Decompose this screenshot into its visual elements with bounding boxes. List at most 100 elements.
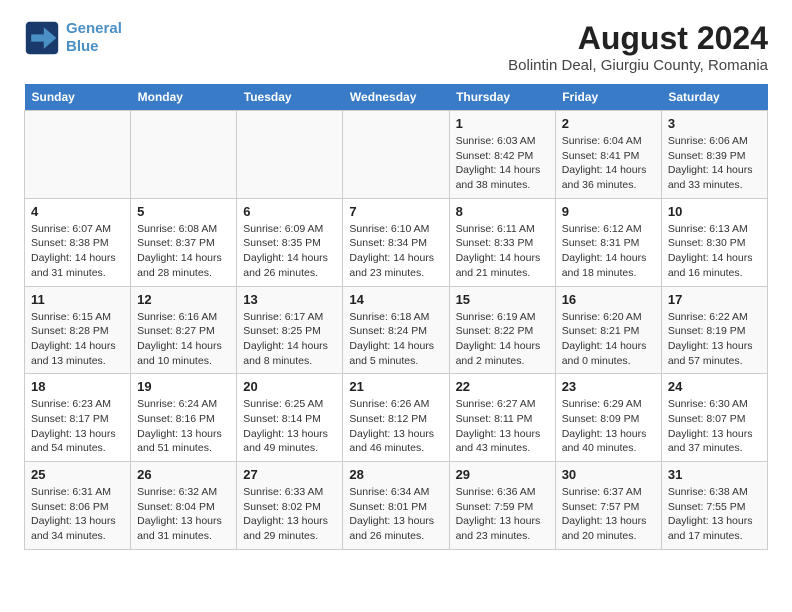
day-number: 2 (562, 116, 655, 131)
day-info: Sunrise: 6:04 AM Sunset: 8:41 PM Dayligh… (562, 134, 655, 193)
day-cell-24: 24Sunrise: 6:30 AM Sunset: 8:07 PM Dayli… (661, 374, 767, 462)
day-number: 15 (456, 292, 549, 307)
day-info: Sunrise: 6:29 AM Sunset: 8:09 PM Dayligh… (562, 397, 655, 456)
logo-general: General (66, 20, 122, 37)
day-cell-25: 25Sunrise: 6:31 AM Sunset: 8:06 PM Dayli… (25, 462, 131, 550)
day-number: 7 (349, 204, 442, 219)
day-number: 11 (31, 292, 124, 307)
main-title: August 2024 (508, 20, 768, 57)
day-info: Sunrise: 6:03 AM Sunset: 8:42 PM Dayligh… (456, 134, 549, 193)
day-number: 8 (456, 204, 549, 219)
day-info: Sunrise: 6:23 AM Sunset: 8:17 PM Dayligh… (31, 397, 124, 456)
day-number: 18 (31, 379, 124, 394)
weekday-header-thursday: Thursday (449, 84, 555, 111)
day-cell-15: 15 Sunrise: 6:19 AM Sunset: 8:22 PM Dayli… (449, 286, 555, 374)
day-info: Sunrise: 6:34 AM Sunset: 8:01 PM Dayligh… (349, 485, 442, 544)
day-number: 31 (668, 467, 761, 482)
day-cell-29: 29 Sunrise: 6:36 AM Sunset: 7:59 PM Dayli… (449, 462, 555, 550)
day-cell-28: 28 Sunrise: 6:34 AM Sunset: 8:01 PM Dayli… (343, 462, 449, 550)
day-number: 19 (137, 379, 230, 394)
day-cell-3: 3 Sunrise: 6:06 AM Sunset: 8:39 PM Daylig… (661, 111, 767, 199)
day-info: Sunrise: 6:11 AM Sunset: 8:33 PM Dayligh… (456, 222, 549, 281)
weekday-row: SundayMondayTuesdayWednesdayThursdayFrid… (25, 84, 768, 111)
day-info: Sunrise: 6:24 AM Sunset: 8:16 PM Dayligh… (137, 397, 230, 456)
day-number: 10 (668, 204, 761, 219)
day-number: 12 (137, 292, 230, 307)
day-cell-27: 27Sunrise: 6:33 AM Sunset: 8:02 PM Dayli… (237, 462, 343, 550)
day-number: 4 (31, 204, 124, 219)
empty-cell (343, 111, 449, 199)
calendar-week-3: 11 Sunrise: 6:15 AM Sunset: 8:28 PM Dayli… (25, 286, 768, 374)
day-cell-12: 12 Sunrise: 6:16 AM Sunset: 8:27 PM Dayli… (131, 286, 237, 374)
day-cell-26: 26 Sunrise: 6:32 AM Sunset: 8:04 PM Dayli… (131, 462, 237, 550)
day-number: 21 (349, 379, 442, 394)
calendar-week-4: 18 Sunrise: 6:23 AM Sunset: 8:17 PM Dayli… (25, 374, 768, 462)
calendar-week-2: 4 Sunrise: 6:07 AM Sunset: 8:38 PM Daylig… (25, 198, 768, 286)
calendar-table: SundayMondayTuesdayWednesdayThursdayFrid… (24, 84, 768, 550)
calendar-week-5: 25Sunrise: 6:31 AM Sunset: 8:06 PM Dayli… (25, 462, 768, 550)
day-number: 6 (243, 204, 336, 219)
calendar-body: 1 Sunrise: 6:03 AM Sunset: 8:42 PM Daylig… (25, 111, 768, 550)
day-cell-2: 2 Sunrise: 6:04 AM Sunset: 8:41 PM Daylig… (555, 111, 661, 199)
day-number: 30 (562, 467, 655, 482)
day-cell-20: 20Sunrise: 6:25 AM Sunset: 8:14 PM Dayli… (237, 374, 343, 462)
day-info: Sunrise: 6:09 AM Sunset: 8:35 PM Dayligh… (243, 222, 336, 281)
day-number: 27 (243, 467, 336, 482)
empty-cell (131, 111, 237, 199)
weekday-header-sunday: Sunday (25, 84, 131, 111)
day-cell-4: 4 Sunrise: 6:07 AM Sunset: 8:38 PM Daylig… (25, 198, 131, 286)
header: General Blue August 2024 Bolintin Deal, … (24, 20, 768, 74)
day-number: 20 (243, 379, 336, 394)
day-number: 5 (137, 204, 230, 219)
day-number: 3 (668, 116, 761, 131)
day-number: 25 (31, 467, 124, 482)
day-cell-31: 31 Sunrise: 6:38 AM Sunset: 7:55 PM Dayli… (661, 462, 767, 550)
empty-cell (25, 111, 131, 199)
day-info: Sunrise: 6:22 AM Sunset: 8:19 PM Dayligh… (668, 310, 761, 369)
day-info: Sunrise: 6:13 AM Sunset: 8:30 PM Dayligh… (668, 222, 761, 281)
day-cell-30: 30Sunrise: 6:37 AM Sunset: 7:57 PM Dayli… (555, 462, 661, 550)
weekday-header-friday: Friday (555, 84, 661, 111)
logo-text: General Blue (66, 20, 122, 56)
day-number: 26 (137, 467, 230, 482)
title-block: August 2024 Bolintin Deal, Giurgiu Count… (508, 20, 768, 74)
day-number: 1 (456, 116, 549, 131)
logo-icon (24, 20, 60, 56)
day-cell-11: 11 Sunrise: 6:15 AM Sunset: 8:28 PM Dayli… (25, 286, 131, 374)
day-info: Sunrise: 6:17 AM Sunset: 8:25 PM Dayligh… (243, 310, 336, 369)
day-info: Sunrise: 6:15 AM Sunset: 8:28 PM Dayligh… (31, 310, 124, 369)
page: General Blue August 2024 Bolintin Deal, … (0, 0, 792, 570)
day-number: 9 (562, 204, 655, 219)
day-cell-19: 19 Sunrise: 6:24 AM Sunset: 8:16 PM Dayli… (131, 374, 237, 462)
day-cell-16: 16Sunrise: 6:20 AM Sunset: 8:21 PM Dayli… (555, 286, 661, 374)
day-number: 23 (562, 379, 655, 394)
day-number: 16 (562, 292, 655, 307)
day-cell-1: 1 Sunrise: 6:03 AM Sunset: 8:42 PM Daylig… (449, 111, 555, 199)
day-info: Sunrise: 6:38 AM Sunset: 7:55 PM Dayligh… (668, 485, 761, 544)
day-info: Sunrise: 6:18 AM Sunset: 8:24 PM Dayligh… (349, 310, 442, 369)
day-info: Sunrise: 6:06 AM Sunset: 8:39 PM Dayligh… (668, 134, 761, 193)
weekday-header-wednesday: Wednesday (343, 84, 449, 111)
calendar-header: SundayMondayTuesdayWednesdayThursdayFrid… (25, 84, 768, 111)
day-info: Sunrise: 6:10 AM Sunset: 8:34 PM Dayligh… (349, 222, 442, 281)
empty-cell (237, 111, 343, 199)
day-number: 28 (349, 467, 442, 482)
day-info: Sunrise: 6:32 AM Sunset: 8:04 PM Dayligh… (137, 485, 230, 544)
day-info: Sunrise: 6:30 AM Sunset: 8:07 PM Dayligh… (668, 397, 761, 456)
day-number: 13 (243, 292, 336, 307)
logo-blue: Blue (66, 38, 99, 55)
day-info: Sunrise: 6:07 AM Sunset: 8:38 PM Dayligh… (31, 222, 124, 281)
day-number: 14 (349, 292, 442, 307)
day-cell-14: 14 Sunrise: 6:18 AM Sunset: 8:24 PM Dayli… (343, 286, 449, 374)
day-info: Sunrise: 6:12 AM Sunset: 8:31 PM Dayligh… (562, 222, 655, 281)
day-number: 22 (456, 379, 549, 394)
day-info: Sunrise: 6:16 AM Sunset: 8:27 PM Dayligh… (137, 310, 230, 369)
day-cell-9: 9 Sunrise: 6:12 AM Sunset: 8:31 PM Daylig… (555, 198, 661, 286)
day-cell-8: 8 Sunrise: 6:11 AM Sunset: 8:33 PM Daylig… (449, 198, 555, 286)
day-info: Sunrise: 6:36 AM Sunset: 7:59 PM Dayligh… (456, 485, 549, 544)
logo: General Blue (24, 20, 122, 56)
day-number: 29 (456, 467, 549, 482)
day-info: Sunrise: 6:19 AM Sunset: 8:22 PM Dayligh… (456, 310, 549, 369)
day-info: Sunrise: 6:26 AM Sunset: 8:12 PM Dayligh… (349, 397, 442, 456)
day-cell-23: 23 Sunrise: 6:29 AM Sunset: 8:09 PM Dayli… (555, 374, 661, 462)
